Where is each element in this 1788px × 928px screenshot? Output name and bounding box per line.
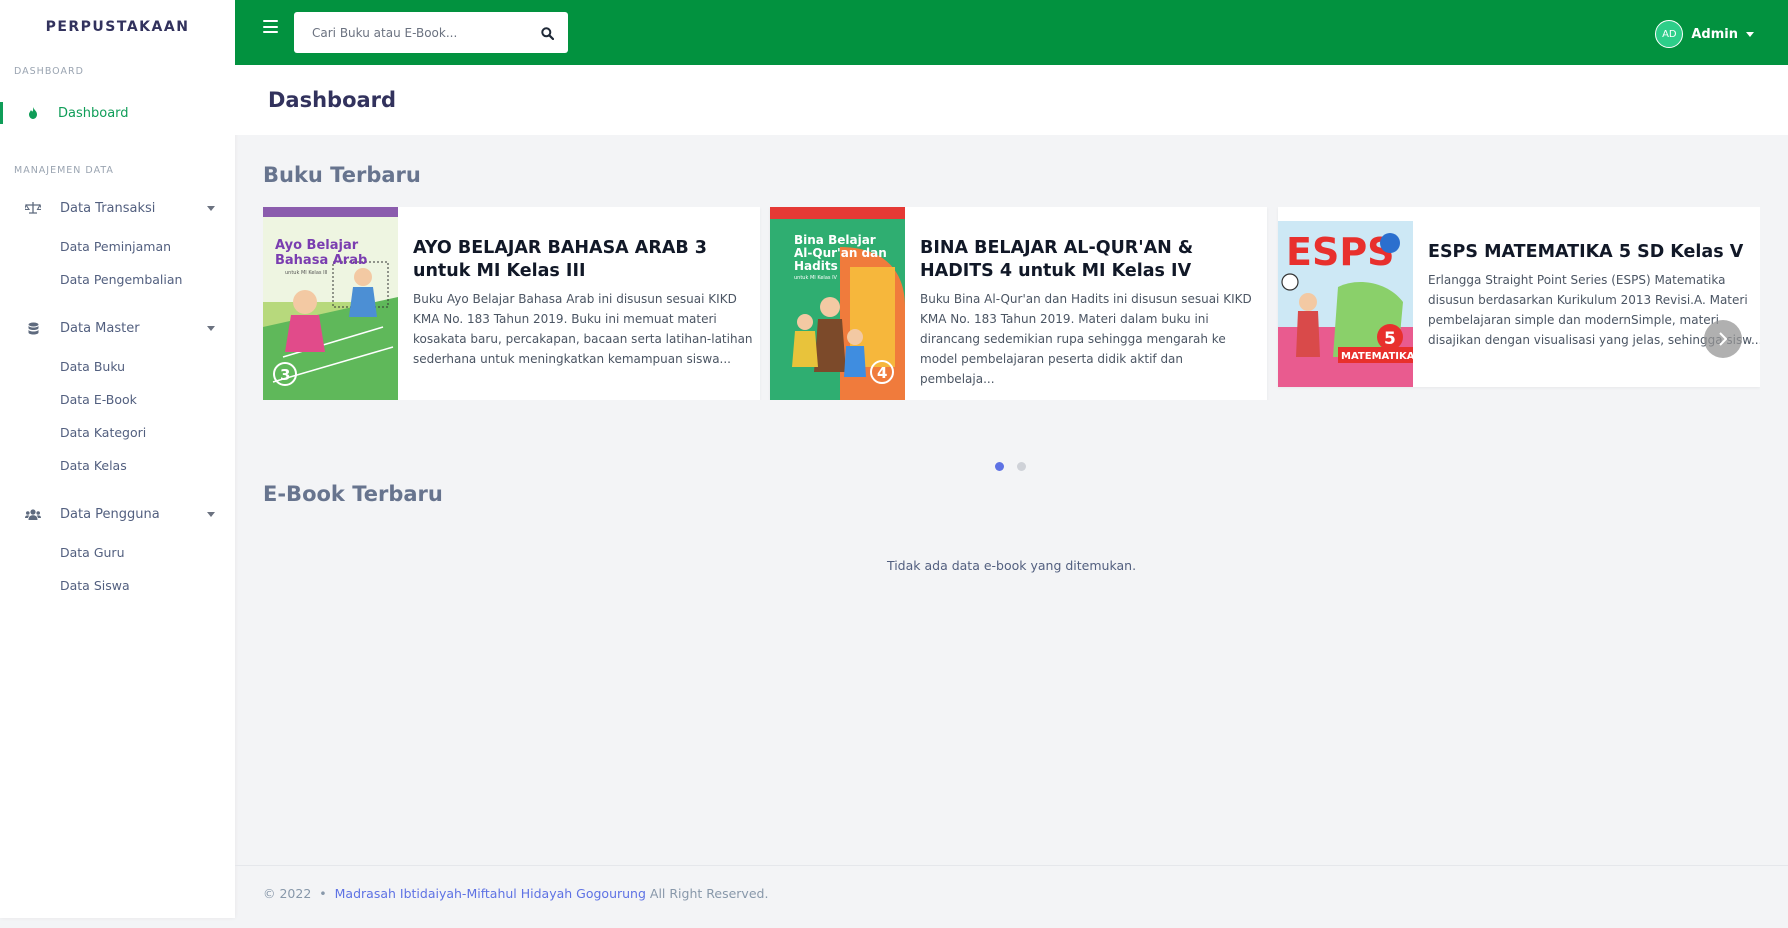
footer-rights: All Right Reserved. [649,886,769,901]
sidebar-subitem-kategori[interactable]: Data Kategori [0,416,235,449]
svg-text:3: 3 [280,366,290,384]
svg-text:Bahasa Arab: Bahasa Arab [275,253,367,268]
page-header: Dashboard [235,65,1788,135]
nav-group-master: Data Master Data Buku Data E-Book Data K… [0,306,235,482]
sidebar-subitem-peminjaman[interactable]: Data Peminjaman [0,230,235,263]
search-icon[interactable] [541,25,555,44]
book-card[interactable]: ESPS 5 MATEMATIKA ESPS MATEMATIKA 5 SD K… [1278,207,1760,387]
nav-group-transaksi: Data Transaksi Data Peminjaman Data Peng… [0,186,235,296]
sidebar-item-data-master[interactable]: Data Master [0,306,235,350]
svg-text:untuk MI Kelas IV: untuk MI Kelas IV [794,275,838,281]
nav-heading-dashboard: DASHBOARD [14,66,84,77]
section-title-ebooks: E-Book Terbaru [263,482,443,506]
chevron-down-icon [207,206,215,211]
topbar: AD Admin [235,0,1788,65]
footer-separator: • [319,886,327,901]
sidebar-subitem-buku[interactable]: Data Buku [0,350,235,383]
footer-year: © 2022 [263,886,312,901]
sidebar-item-data-transaksi[interactable]: Data Transaksi [0,186,235,230]
sidebar-subitem-pengembalian[interactable]: Data Pengembalian [0,263,235,296]
chevron-down-icon [1746,31,1754,37]
book-title: AYO BELAJAR BAHASA ARAB 3 untuk MI Kelas… [413,238,707,281]
svg-text:5: 5 [1384,329,1396,349]
fire-icon [24,107,42,119]
svg-text:4: 4 [877,364,887,382]
svg-text:MATEMATIKA: MATEMATIKA [1341,351,1413,362]
book-description: Buku Bina Al-Qur'an dan Hadits ini disus… [920,292,1252,386]
carousel-next-button[interactable] [1704,320,1742,358]
sidebar: PERPUSTAKAAN DASHBOARD Dashboard MANAJEM… [0,0,235,918]
book-title: BINA BELAJAR AL-QUR'AN & HADITS 4 untuk … [920,238,1194,281]
sidebar-item-label: Data Transaksi [60,200,156,216]
book-title: ESPS MATEMATIKA 5 SD Kelas V [1428,242,1744,262]
nav-group-pengguna: Data Pengguna Data Guru Data Siswa [0,492,235,602]
chevron-right-icon [1719,332,1728,346]
sidebar-item-label: Data Pengguna [60,506,160,522]
page-title: Dashboard [268,88,397,112]
nav-heading-manajemen: MANAJEMEN DATA [14,165,114,176]
carousel-dot-active[interactable] [995,462,1004,471]
user-name: Admin [1691,26,1738,42]
svg-text:Bina Belajar: Bina Belajar [794,233,876,247]
database-icon [24,322,42,335]
brand-title: PERPUSTAKAAN [45,19,190,35]
sidebar-item-dashboard[interactable]: Dashboard [0,91,235,135]
book-cover: ESPS 5 MATEMATIKA [1278,207,1413,387]
sidebar-item-data-pengguna[interactable]: Data Pengguna [0,492,235,536]
search-input[interactable] [294,25,524,40]
book-description: Buku Ayo Belajar Bahasa Arab ini disusun… [413,292,753,366]
chevron-down-icon [207,512,215,517]
book-card[interactable]: Bina Belajar Al-Qur'an dan Hadits untuk … [770,207,1267,400]
book-cover: Ayo Belajar Bahasa Arab untuk MI Kelas I… [263,207,398,400]
footer: © 2022 • Madrasah Ibtidaiyah-Miftahul Hi… [263,886,768,901]
section-title-books: Buku Terbaru [263,163,421,187]
book-cover: Bina Belajar Al-Qur'an dan Hadits untuk … [770,207,905,400]
book-info: ESPS MATEMATIKA 5 SD Kelas V Erlangga St… [1413,207,1760,387]
carousel-dot[interactable] [1017,462,1026,471]
avatar: AD [1655,20,1684,48]
svg-text:ESPS: ESPS [1286,230,1395,274]
svg-text:Hadits: Hadits [794,259,838,273]
svg-text:untuk MI Kelas III: untuk MI Kelas III [285,270,328,276]
sidebar-subitem-siswa[interactable]: Data Siswa [0,569,235,602]
carousel-pagination [995,462,1026,471]
sidebar-subitem-guru[interactable]: Data Guru [0,536,235,569]
ebooks-empty-message: Tidak ada data e-book yang ditemukan. [886,558,1137,573]
svg-text:Ayo Belajar: Ayo Belajar [275,238,359,253]
users-icon [24,508,42,520]
chevron-down-icon [207,326,215,331]
books-carousel: Ayo Belajar Bahasa Arab untuk MI Kelas I… [263,207,1760,400]
footer-divider [235,865,1788,866]
user-menu[interactable]: AD Admin [1655,20,1754,48]
sidebar-subitem-ebook[interactable]: Data E-Book [0,383,235,416]
book-info: AYO BELAJAR BAHASA ARAB 3 untuk MI Kelas… [398,207,760,400]
balance-scale-icon [24,202,42,214]
book-card[interactable]: Ayo Belajar Bahasa Arab untuk MI Kelas I… [263,207,760,400]
footer-school-link[interactable]: Madrasah Ibtidaiyah-Miftahul Hidayah Gog… [335,886,646,901]
sidebar-subitem-kelas[interactable]: Data Kelas [0,449,235,482]
book-info: BINA BELAJAR AL-QUR'AN & HADITS 4 untuk … [905,207,1267,400]
svg-text:Al-Qur'an dan: Al-Qur'an dan [794,246,887,260]
sidebar-item-label: Data Master [60,320,140,336]
sidebar-item-label: Dashboard [58,105,129,121]
menu-toggle-icon[interactable] [263,20,278,33]
search-box [294,12,568,53]
